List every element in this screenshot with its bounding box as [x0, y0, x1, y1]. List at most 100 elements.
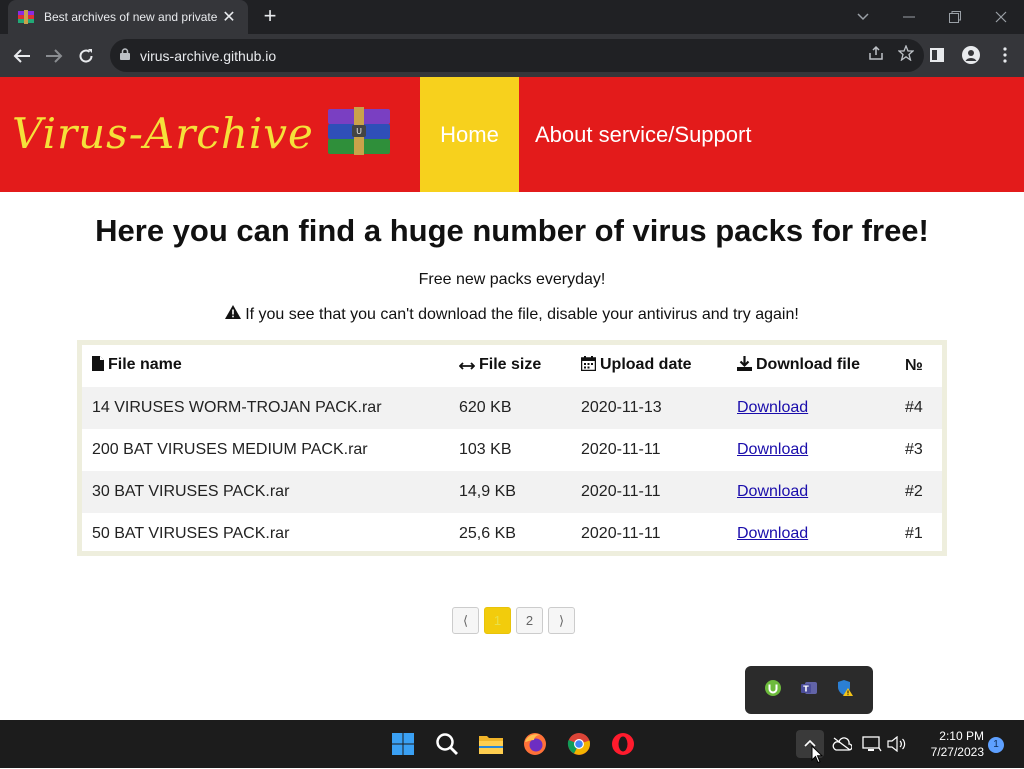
taskbar: 2:10 PM 7/27/2023 [0, 720, 1024, 768]
rar-archive-icon: U [326, 105, 392, 162]
header-download-file: Download file [727, 345, 895, 387]
logo-text: Virus-Archive [12, 109, 314, 158]
side-panel-icon[interactable] [924, 42, 950, 68]
upload-date-cell: 2020-11-11 [581, 441, 661, 458]
onedrive-offline-icon[interactable] [832, 730, 852, 758]
file-size-cell: 14,9 KB [449, 471, 571, 513]
new-tab-icon[interactable]: + [258, 4, 282, 28]
download-cell: Download [727, 429, 895, 471]
restore-icon[interactable] [932, 0, 978, 34]
download-link[interactable]: Download [737, 525, 808, 542]
download-icon [737, 356, 752, 376]
clock-time: 2:10 PM [939, 729, 984, 743]
window-controls [840, 0, 1024, 34]
notification-badge[interactable]: 1 [988, 737, 1004, 753]
upload-date-cell: 2020-11-11 [571, 471, 727, 513]
tray-overflow-popup: T [745, 666, 873, 714]
upload-date-cell: 2020-11-13 [571, 387, 727, 429]
security-warning-tray-icon[interactable] [836, 679, 854, 702]
bookmark-star-icon[interactable] [897, 44, 915, 66]
header-file-size: File size [449, 345, 571, 387]
files-table-container: File name File size Upload date Download… [77, 340, 947, 556]
page-subline: Free new packs everyday! [418, 271, 606, 288]
browser-toolbar: virus-archive.github.io [0, 34, 1024, 77]
file-explorer-icon[interactable] [477, 730, 505, 758]
share-icon[interactable] [868, 45, 884, 66]
file-icon [92, 356, 104, 376]
nav-about-link[interactable]: About service/Support [535, 77, 751, 192]
file-name-cell: 30 BAT VIRUSES PACK.rar [82, 471, 449, 513]
url-text: virus-archive.github.io [140, 47, 277, 64]
network-icon[interactable] [862, 730, 882, 758]
utorrent-tray-icon[interactable] [764, 679, 782, 702]
site-favicon-icon [18, 9, 34, 25]
calendar-icon [580, 356, 597, 376]
table-row: 200 BAT VIRUSES MEDIUM PACK.rar 103 KB 2… [82, 429, 942, 471]
pager-next-button[interactable]: ⟩ [548, 607, 575, 634]
mouse-cursor-icon [811, 744, 824, 769]
clock-date: 7/27/2023 [930, 745, 984, 759]
browser-tabstrip: Best archives of new and private ✕ + [0, 0, 1024, 34]
file-name-cell: 200 BAT VIRUSES MEDIUM PACK.rar [92, 441, 368, 458]
reload-icon[interactable] [72, 42, 100, 70]
start-windows-icon[interactable] [389, 730, 417, 758]
number-cell: #4 [895, 387, 942, 429]
web-page: Virus-Archive U Home About service/Suppo… [0, 77, 1024, 720]
files-table: File name File size Upload date Download… [82, 345, 942, 555]
number-cell: #3 [905, 441, 923, 458]
download-link[interactable]: Download [737, 441, 808, 458]
close-window-icon[interactable] [978, 0, 1024, 34]
teams-tray-icon[interactable]: T [800, 679, 818, 702]
minimize-icon[interactable] [886, 0, 932, 34]
tab-close-icon[interactable]: ✕ [220, 7, 238, 27]
profile-icon[interactable] [958, 42, 984, 68]
lock-icon[interactable] [120, 47, 130, 65]
taskbar-clock[interactable]: 2:10 PM 7/27/2023 [918, 728, 984, 760]
address-bar[interactable]: virus-archive.github.io [110, 39, 924, 72]
tab-search-icon[interactable] [840, 0, 886, 34]
number-cell: #1 [905, 525, 923, 542]
firefox-icon[interactable] [521, 730, 549, 758]
warning-text: If you see that you can't download the f… [245, 305, 799, 323]
table-row: 50 BAT VIRUSES PACK.rar 25,6 KB 2020-11-… [82, 513, 942, 555]
chrome-icon[interactable] [565, 730, 593, 758]
download-cell: Download [727, 387, 895, 429]
download-cell: Download [727, 471, 895, 513]
tab-title: Best archives of new and private [44, 10, 218, 24]
pager-page-1[interactable]: 1 [484, 607, 511, 634]
toolbar-actions [924, 42, 1018, 68]
warning-message: If you see that you can't download the f… [0, 305, 1024, 324]
table-header-row: File name File size Upload date Download… [82, 345, 942, 387]
upload-date-cell: 2020-11-11 [581, 525, 661, 542]
file-size-cell: 25,6 KB [459, 525, 516, 542]
pager-page-2[interactable]: 2 [516, 607, 543, 634]
header-file-name: File name [82, 345, 449, 387]
arrows-horizontal-icon [458, 358, 476, 376]
pager-prev-button[interactable]: ⟨ [452, 607, 479, 634]
menu-kebab-icon[interactable] [992, 42, 1018, 68]
header-upload-date: Upload date [571, 345, 727, 387]
header-number: № [905, 357, 923, 374]
svg-text:U: U [356, 127, 362, 136]
number-cell: #2 [895, 471, 942, 513]
site-logo[interactable]: Virus-Archive U [12, 105, 392, 162]
page-headline: Here you can find a huge number of virus… [95, 213, 929, 248]
forward-arrow-icon[interactable] [40, 42, 68, 70]
download-link[interactable]: Download [737, 399, 808, 416]
download-link[interactable]: Download [737, 483, 808, 500]
nav-home-link[interactable]: Home [420, 77, 519, 192]
site-header: Virus-Archive U Home About service/Suppo… [0, 77, 1024, 192]
file-size-cell: 103 KB [459, 441, 512, 458]
svg-text:T: T [803, 684, 809, 693]
table-row: 14 VIRUSES WORM-TROJAN PACK.rar 620 KB 2… [82, 387, 942, 429]
file-name-cell: 14 VIRUSES WORM-TROJAN PACK.rar [82, 387, 449, 429]
file-name-cell: 50 BAT VIRUSES PACK.rar [92, 525, 290, 542]
search-icon[interactable] [433, 730, 461, 758]
back-arrow-icon[interactable] [8, 42, 36, 70]
browser-tab[interactable]: Best archives of new and private ✕ [8, 0, 248, 34]
volume-icon[interactable] [887, 730, 907, 758]
pagination: ⟨ 1 2 ⟩ [452, 607, 575, 634]
warning-triangle-icon [225, 305, 242, 324]
opera-icon[interactable] [609, 730, 637, 758]
table-row: 30 BAT VIRUSES PACK.rar 14,9 KB 2020-11-… [82, 471, 942, 513]
